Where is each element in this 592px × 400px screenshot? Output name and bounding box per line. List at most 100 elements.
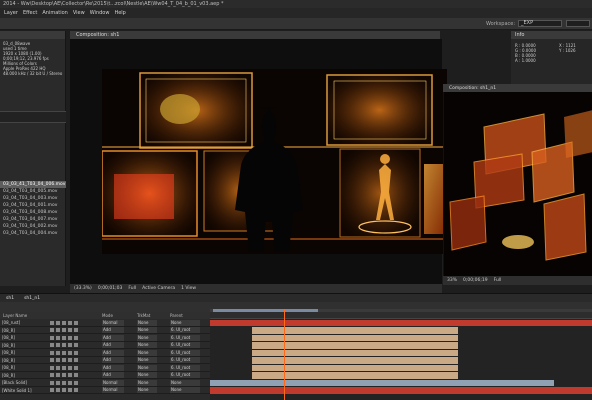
layer-trkmat-dropdown[interactable]: None bbox=[137, 379, 157, 386]
layer-mode-dropdown[interactable]: Normal bbox=[102, 387, 124, 393]
layer-switch[interactable] bbox=[74, 335, 78, 340]
current-time-display[interactable]: 0;00;01;03 bbox=[98, 286, 123, 291]
layer-trkmat-dropdown[interactable]: None bbox=[137, 334, 157, 341]
layer-parent-dropdown[interactable]: None bbox=[170, 387, 200, 393]
layer-switch[interactable] bbox=[56, 380, 60, 385]
layer-mode-dropdown[interactable]: Add bbox=[102, 372, 124, 378]
layer-duration-bar[interactable] bbox=[252, 372, 459, 379]
camera-dropdown[interactable]: Active Camera bbox=[142, 286, 175, 291]
layer-parent-dropdown[interactable]: 6. UI_root bbox=[170, 334, 200, 341]
project-item[interactable]: 03_04_T03_04_008.mov bbox=[0, 209, 66, 216]
layer-switch[interactable] bbox=[62, 373, 66, 377]
layer-switch[interactable] bbox=[68, 380, 72, 385]
layer-switch[interactable] bbox=[62, 343, 66, 347]
menu-window[interactable]: Window bbox=[90, 10, 110, 16]
layer-switch[interactable] bbox=[56, 388, 60, 392]
layer-parent-dropdown[interactable]: 6. UI_root bbox=[170, 342, 200, 348]
project-item[interactable]: 03_04_T03_04_003.mov bbox=[0, 195, 66, 202]
layer-parent-dropdown[interactable]: 6. UI_root bbox=[170, 349, 200, 356]
layer-parent-dropdown[interactable]: 6. UI_root bbox=[170, 357, 200, 363]
composition-tab[interactable]: Composition: sh1 bbox=[70, 31, 440, 39]
layer-switch[interactable] bbox=[68, 328, 72, 332]
project-item[interactable]: 03_04_T03_04_001.mov bbox=[0, 202, 66, 209]
layer-switch[interactable] bbox=[62, 358, 66, 362]
layer-mode-dropdown[interactable]: Add bbox=[102, 364, 124, 371]
floating-composition-tab[interactable]: Composition: sh1_n1 bbox=[443, 84, 592, 92]
layer-mode-dropdown[interactable]: Normal bbox=[102, 319, 124, 326]
layer-switch[interactable] bbox=[74, 328, 78, 332]
layer-switch[interactable] bbox=[50, 373, 54, 377]
layer-parent-dropdown[interactable]: None bbox=[170, 379, 200, 386]
help-search-input[interactable] bbox=[566, 20, 590, 27]
layer-switch[interactable] bbox=[68, 320, 72, 325]
timeline-tab-sh1-n1[interactable]: sh1_n1 bbox=[24, 296, 40, 301]
magnification-dropdown[interactable]: (33.3%) bbox=[74, 286, 92, 291]
layer-switch[interactable] bbox=[56, 373, 60, 377]
layer-row[interactable]: [White Solid 1] Normal None None bbox=[0, 387, 210, 394]
layer-duration-bar[interactable] bbox=[252, 334, 459, 341]
layer-switch[interactable] bbox=[50, 335, 54, 340]
project-item[interactable]: 03_04_T03_04_007.mov bbox=[0, 216, 66, 223]
layer-row[interactable]: [08_R] Add None 6. UI_root bbox=[0, 342, 210, 349]
layer-switch[interactable] bbox=[68, 335, 72, 340]
layer-parent-dropdown[interactable]: 6. UI_root bbox=[170, 364, 200, 371]
layer-switch[interactable] bbox=[68, 373, 72, 377]
layer-switch[interactable] bbox=[74, 388, 78, 392]
layer-mode-dropdown[interactable]: Add bbox=[102, 349, 124, 356]
layer-switch[interactable] bbox=[50, 343, 54, 347]
project-item[interactable]: 03_04_T03_04_005.mov bbox=[0, 188, 66, 195]
layer-switch[interactable] bbox=[50, 320, 54, 325]
layer-duration-bar[interactable] bbox=[252, 342, 459, 349]
layer-switch[interactable] bbox=[74, 373, 78, 377]
floating-current-time[interactable]: 0;00;06;19 bbox=[463, 278, 488, 283]
layer-switch[interactable] bbox=[62, 328, 66, 332]
header-trkmat[interactable]: TrkMat bbox=[137, 312, 150, 319]
layer-switch[interactable] bbox=[68, 365, 72, 370]
layer-switch[interactable] bbox=[74, 350, 78, 355]
layer-duration-bar[interactable] bbox=[252, 364, 459, 371]
header-mode[interactable]: Mode bbox=[102, 312, 113, 319]
layer-switch[interactable] bbox=[50, 380, 54, 385]
layer-duration-bar[interactable] bbox=[252, 349, 459, 356]
layer-parent-dropdown[interactable]: None bbox=[170, 319, 200, 326]
layer-parent-dropdown[interactable]: 6. UI_root bbox=[170, 327, 200, 333]
layer-mode-dropdown[interactable]: Add bbox=[102, 327, 124, 333]
layer-switch[interactable] bbox=[74, 365, 78, 370]
layer-switch[interactable] bbox=[74, 320, 78, 325]
project-search-bar[interactable] bbox=[0, 111, 66, 123]
layer-mode-dropdown[interactable]: Add bbox=[102, 334, 124, 341]
layer-mode-dropdown[interactable]: Add bbox=[102, 342, 124, 348]
project-item[interactable]: 03_04_T03_04_004.mov bbox=[0, 230, 66, 237]
layer-switch[interactable] bbox=[50, 388, 54, 392]
composition-viewer[interactable] bbox=[70, 39, 447, 284]
layer-switch[interactable] bbox=[62, 320, 66, 325]
layer-switch[interactable] bbox=[62, 380, 66, 385]
header-layer-name[interactable]: Layer Name bbox=[3, 312, 27, 319]
project-item[interactable]: 03_04_T03_04_002.mov bbox=[0, 223, 66, 230]
layer-switch[interactable] bbox=[62, 335, 66, 340]
layer-switch[interactable] bbox=[74, 358, 78, 362]
layer-switch[interactable] bbox=[50, 350, 54, 355]
layer-row[interactable]: [08_R] Add None 6. UI_root bbox=[0, 372, 210, 379]
layer-duration-bar[interactable] bbox=[210, 379, 554, 386]
layer-switch[interactable] bbox=[50, 365, 54, 370]
layer-row[interactable]: [08_R] Add None 6. UI_root bbox=[0, 327, 210, 334]
layer-row[interactable]: [08_R] Add None 6. UI_root bbox=[0, 349, 210, 357]
layer-switch[interactable] bbox=[68, 350, 72, 355]
layer-switch[interactable] bbox=[62, 365, 66, 370]
layer-row[interactable]: [08_R] Add None 6. UI_root bbox=[0, 334, 210, 342]
layer-switch[interactable] bbox=[68, 343, 72, 347]
layer-duration-bar[interactable] bbox=[210, 319, 592, 326]
layer-duration-bar[interactable] bbox=[252, 327, 459, 334]
layer-switch[interactable] bbox=[56, 320, 60, 325]
layer-switch[interactable] bbox=[68, 358, 72, 362]
layer-mode-dropdown[interactable]: Normal bbox=[102, 379, 124, 386]
workspace-dropdown[interactable]: _EXP bbox=[518, 20, 563, 27]
layer-switch[interactable] bbox=[56, 365, 60, 370]
header-parent[interactable]: Parent bbox=[170, 312, 183, 319]
layer-row[interactable]: [Black Solid] Normal None None bbox=[0, 379, 210, 387]
layer-trkmat-dropdown[interactable]: None bbox=[137, 342, 157, 348]
layer-row[interactable]: [08_rust] Normal None None bbox=[0, 319, 210, 327]
info-panel-tab[interactable]: Info bbox=[511, 31, 592, 39]
layer-trkmat-dropdown[interactable]: None bbox=[137, 372, 157, 378]
